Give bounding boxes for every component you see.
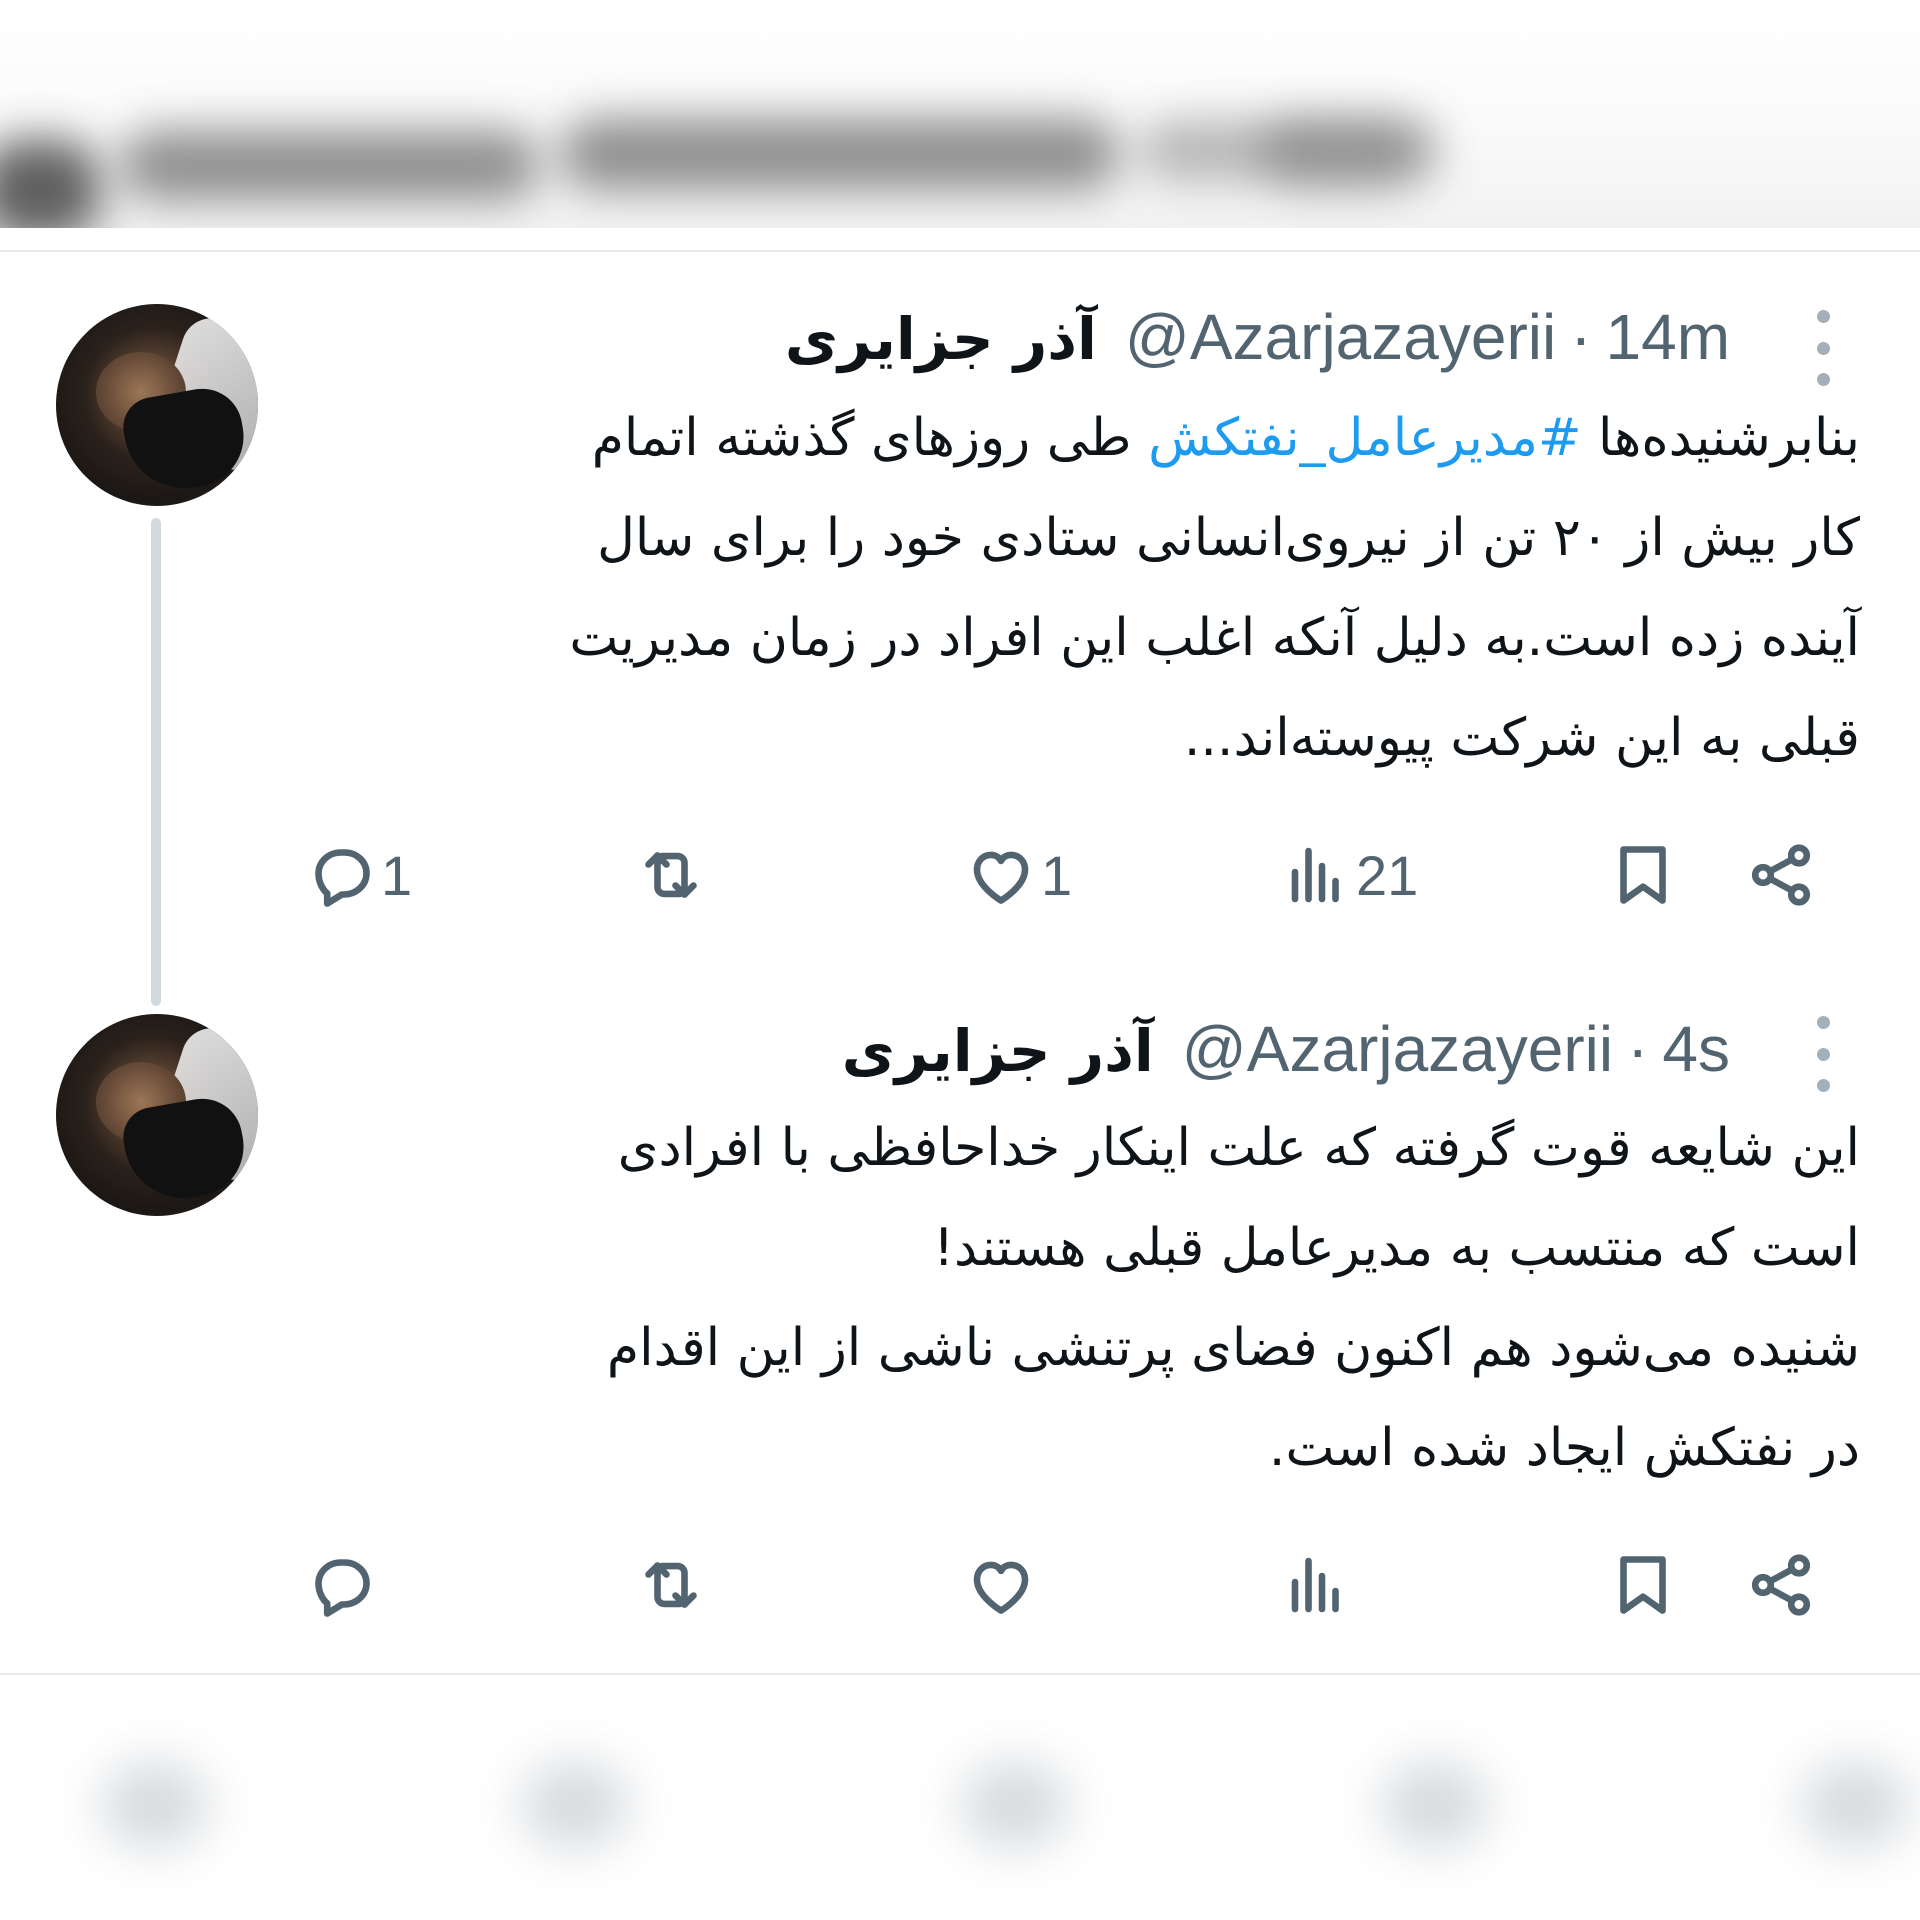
share-icon	[1751, 1554, 1811, 1616]
bookmark-button[interactable]	[1607, 1540, 1679, 1630]
bookmark-button[interactable]	[1607, 830, 1679, 920]
hashtag-link[interactable]: #مدیرعامل_نفتکش	[1148, 408, 1581, 468]
separator: ·	[1570, 301, 1592, 373]
more-icon	[1816, 310, 1830, 323]
blurred-shape	[0, 140, 100, 228]
tweet-text-line: این شایعه قوت گرفته که علت اینکار خداحاف…	[617, 1118, 1860, 1178]
blurred-shape	[520, 1760, 630, 1850]
bookmark-icon	[1620, 1556, 1666, 1614]
blurred-shape	[560, 118, 1120, 190]
blurred-shape	[120, 130, 540, 200]
views-button[interactable]	[1280, 1540, 1352, 1630]
avatar[interactable]	[56, 304, 258, 506]
tweet-text: این شایعه قوت گرفته که علت اینکار خداحاف…	[305, 1098, 1860, 1498]
blurred-header	[0, 0, 1920, 228]
tweet-actions: 1 1 21	[305, 830, 1835, 920]
reply-icon	[315, 1559, 370, 1617]
views-icon	[1291, 847, 1339, 903]
blurred-footer	[0, 1690, 1920, 1920]
views-count: 21	[1356, 843, 1419, 907]
timestamp[interactable]: 4s	[1662, 1012, 1730, 1086]
more-options-button[interactable]	[1808, 1016, 1838, 1092]
author-handle[interactable]: @Azarjazayerii	[1125, 300, 1556, 374]
tweet-header: آذر جزایری @Azarjazayerii · 14m	[785, 300, 1730, 374]
like-count: 1	[1041, 843, 1073, 907]
avatar[interactable]	[56, 1014, 258, 1216]
tweet-text-line: در نفتکش ایجاد شده است.	[1268, 1418, 1860, 1478]
like-button[interactable]: 1	[965, 830, 1072, 920]
author-name[interactable]: آذر جزایری	[842, 1017, 1154, 1085]
more-options-button[interactable]	[1808, 310, 1838, 386]
author-name[interactable]: آذر جزایری	[785, 305, 1097, 373]
bookmark-icon	[1620, 846, 1666, 904]
more-icon	[1816, 1016, 1830, 1029]
tweet-text-line: بنابرشنیده‌ها #مدیرعامل_نفتکش طی روزهای …	[591, 408, 1860, 468]
tweet-header: آذر جزایری @Azarjazayerii · 4s	[842, 1012, 1730, 1086]
tweet-text-line: آینده زده است.به دلیل آنکه اغلب این افرا…	[569, 608, 1860, 668]
tweet-text-line: است که منتسب به مدیرعامل قبلی هستند!	[933, 1218, 1860, 1278]
tweet-text: بنابرشنیده‌ها #مدیرعامل_نفتکش طی روزهای …	[305, 388, 1860, 788]
divider	[0, 1673, 1920, 1675]
share-button[interactable]	[1745, 1540, 1817, 1630]
like-button[interactable]	[965, 1540, 1037, 1630]
thread-connector-line	[151, 518, 161, 1006]
author-handle[interactable]: @Azarjazayerii	[1182, 1012, 1613, 1086]
views-button[interactable]: 21	[1280, 830, 1418, 920]
reply-icon	[315, 849, 370, 907]
blurred-shape	[100, 1760, 210, 1850]
blurred-shape	[1260, 118, 1420, 188]
reply-button[interactable]	[305, 1540, 381, 1630]
share-icon	[1751, 844, 1811, 906]
retweet-icon	[645, 1562, 697, 1608]
divider	[0, 250, 1920, 252]
share-button[interactable]	[1745, 830, 1817, 920]
blurred-shape	[1800, 1760, 1910, 1850]
like-icon	[973, 1561, 1029, 1614]
timestamp[interactable]: 14m	[1606, 300, 1731, 374]
reply-button[interactable]: 1	[305, 830, 412, 920]
blurred-shape	[960, 1760, 1070, 1850]
views-icon	[1291, 1557, 1339, 1613]
tweet-actions	[305, 1540, 1835, 1630]
retweet-icon	[645, 852, 697, 898]
tweet-text-line: شنیده می‌شود هم اکنون فضای پرتنشی ناشی ا…	[606, 1318, 1860, 1378]
reply-count: 1	[381, 843, 413, 907]
like-icon	[973, 851, 1029, 904]
retweet-button[interactable]	[635, 1540, 707, 1630]
blurred-shape	[1380, 1760, 1490, 1850]
separator: ·	[1627, 1013, 1649, 1085]
tweet-text-line: قبلی به این شرکت پیوسته‌اند...	[1183, 708, 1860, 768]
tweet-text-line: کار بیش از ۲۰ تن از نیروی‌انسانی ستادی خ…	[597, 508, 1860, 568]
retweet-button[interactable]	[635, 830, 707, 920]
